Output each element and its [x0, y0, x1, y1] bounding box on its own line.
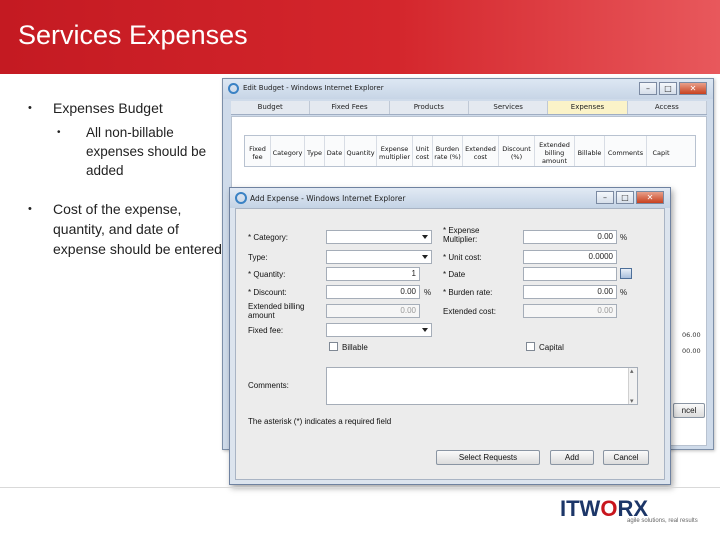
tab-access[interactable]: Access [628, 101, 707, 114]
burden-rate-field[interactable]: 0.00 [523, 285, 617, 299]
grid-header-cell[interactable]: Comments [605, 136, 647, 166]
partial-value: 06.00 [682, 331, 701, 339]
add-expense-dialog: Add Expense - Windows Internet Explorer … [229, 187, 671, 485]
select-requests-button[interactable]: Select Requests [436, 450, 540, 465]
burden-rate-label: * Burden rate: [443, 288, 493, 297]
grid-header-cell[interactable]: Type [305, 136, 325, 166]
minimize-button[interactable]: – [596, 191, 614, 204]
date-label: * Date [443, 270, 466, 279]
dialog-titlebar: Add Expense - Windows Internet Explorer … [230, 188, 670, 208]
bullet-list: Expenses Budget All non-billable expense… [24, 98, 224, 259]
fixed-fee-label: Fixed fee: [248, 326, 284, 335]
minimize-button[interactable]: – [639, 82, 657, 95]
scrollbar[interactable] [628, 367, 637, 405]
percent-unit: % [620, 288, 628, 297]
percent-unit: % [424, 288, 432, 297]
cancel-button[interactable]: Cancel [603, 450, 649, 465]
dialog-title: Add Expense - Windows Internet Explorer [250, 194, 406, 203]
extended-cost-label: Extended cost: [443, 307, 496, 316]
chevron-down-icon [422, 255, 428, 259]
grid-header-cell[interactable]: Billable [575, 136, 605, 166]
cancel-button-partial[interactable]: ncel [673, 403, 705, 418]
bullet-item: Cost of the expense, quantity, and date … [24, 199, 224, 259]
logo-tagline: agile solutions, real results [627, 518, 698, 524]
bullet-item: Expenses Budget [24, 98, 224, 118]
close-button[interactable]: ✕ [636, 191, 664, 204]
tab-products[interactable]: Products [390, 101, 469, 114]
expense-multiplier-label: * Expense Multiplier: [443, 226, 480, 244]
unit-cost-label: * Unit cost: [443, 253, 482, 262]
itworx-logo: ITWORX agile solutions, real results [560, 496, 710, 526]
comments-label: Comments: [248, 381, 289, 390]
close-button[interactable]: ✕ [679, 82, 707, 95]
unit-cost-field[interactable]: 0.0000 [523, 250, 617, 264]
extended-billing-label: Extended billing amount [248, 302, 305, 320]
grid-header-cell[interactable]: Date [325, 136, 345, 166]
required-note: The asterisk (*) indicates a required fi… [248, 417, 392, 426]
tab-expenses[interactable]: Expenses [548, 101, 628, 114]
chevron-down-icon [422, 235, 428, 239]
window-titlebar: Edit Budget - Windows Internet Explorer … [223, 79, 713, 99]
billable-label: Billable [342, 343, 368, 352]
capital-label: Capital [539, 343, 564, 352]
fixed-fee-select[interactable] [326, 323, 432, 337]
extended-billing-field: 0.00 [326, 304, 420, 318]
slide-header: Services Expenses [0, 0, 720, 74]
percent-unit: % [620, 233, 628, 242]
logo-text-accent: O [600, 496, 618, 521]
date-field[interactable] [523, 267, 617, 281]
capital-checkbox[interactable] [526, 342, 535, 351]
grid-header-cell[interactable]: Discount (%) [499, 136, 535, 166]
tab-fixed-fees[interactable]: Fixed Fees [310, 101, 390, 114]
dialog-body: * Category: Type: * Quantity: 1 * Discou… [235, 208, 665, 480]
budget-tabs: Budget Fixed Fees Products Services Expe… [231, 101, 707, 115]
footer-divider [0, 487, 720, 488]
billable-checkbox[interactable] [329, 342, 338, 351]
calendar-icon[interactable] [620, 268, 632, 279]
grid-header-cell[interactable]: Quantity [345, 136, 377, 166]
partial-value: 00.00 [682, 347, 701, 355]
grid-header-cell[interactable]: Fixed fee [245, 136, 271, 166]
grid-header-cell[interactable]: Capit [647, 136, 675, 166]
grid-header-cell[interactable]: Extended billing amount [535, 136, 575, 166]
grid-header-cell[interactable]: Category [271, 136, 305, 166]
category-select[interactable] [326, 230, 432, 244]
extended-cost-field: 0.00 [523, 304, 617, 318]
maximize-button[interactable]: □ [659, 82, 677, 95]
tab-services[interactable]: Services [469, 101, 549, 114]
grid-header-cell[interactable]: Extended cost [463, 136, 499, 166]
logo-text: ITW [560, 496, 601, 521]
quantity-field[interactable]: 1 [326, 267, 420, 281]
ie-icon [235, 192, 247, 204]
chevron-down-icon [422, 328, 428, 332]
expense-multiplier-field[interactable]: 0.00 [523, 230, 617, 244]
comments-textarea[interactable] [326, 367, 638, 405]
slide-title: Services Expenses [18, 20, 248, 50]
discount-field[interactable]: 0.00 [326, 285, 420, 299]
window-title: Edit Budget - Windows Internet Explorer [243, 84, 384, 92]
category-label: * Category: [248, 233, 289, 242]
grid-header-cell[interactable]: Unit cost [413, 136, 433, 166]
quantity-label: * Quantity: [248, 270, 286, 279]
sub-bullet-item: All non-billable expenses should be adde… [53, 123, 224, 180]
tab-budget[interactable]: Budget [231, 101, 311, 114]
grid-header-cell[interactable]: Expense multiplier [377, 136, 413, 166]
add-button[interactable]: Add [550, 450, 594, 465]
grid-header-cell[interactable]: Burden rate (%) [433, 136, 463, 166]
ie-icon [228, 83, 239, 94]
expenses-grid-header: Fixed fee Category Type Date Quantity Ex… [244, 135, 696, 167]
type-label: Type: [248, 253, 268, 262]
discount-label: * Discount: [248, 288, 287, 297]
type-select[interactable] [326, 250, 432, 264]
maximize-button[interactable]: □ [616, 191, 634, 204]
